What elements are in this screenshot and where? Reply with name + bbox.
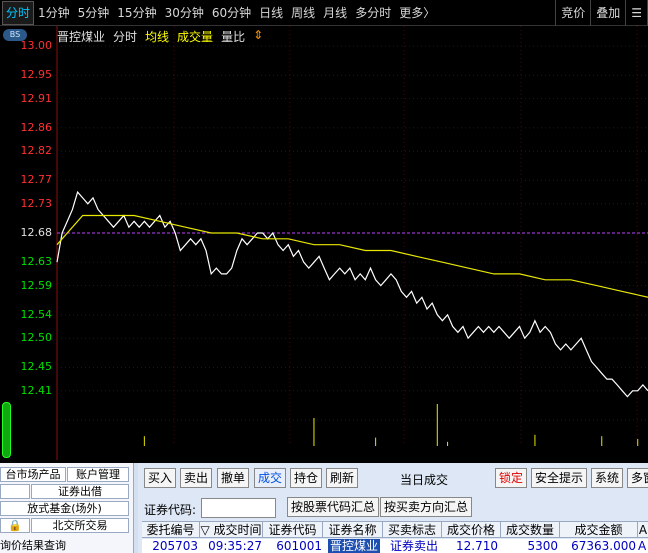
nav-securities-lending[interactable]: 证券出借 [31,484,129,499]
toggle-arrow-icon[interactable]: ⇕ [253,28,263,44]
top-right-buttons: 竞价 叠加 ☰ [555,0,648,26]
col-amount[interactable]: 成交金额 [560,522,638,538]
volume-label[interactable]: 成交量 [177,28,213,44]
col-qty[interactable]: 成交数量 [501,522,560,538]
cell-name: 晋控煤业 [328,539,380,553]
y-tick-label: 12.54 [20,307,53,321]
y-tick-label: 12.45 [20,360,53,374]
y-tick-label: 12.63 [20,255,53,269]
period-tab-fenshi[interactable]: 分时 [2,0,35,25]
price-line [56,190,648,398]
y-tick-label: 12.95 [20,68,53,82]
table-header: 委托编号 ▽ 成交时间 证券代码 证券名称 买卖标志 成交价格 成交数量 成交金… [142,521,648,538]
buy-button[interactable]: 买入 [144,468,176,488]
panel-title: 当日成交 [400,473,449,487]
group-by-code-button[interactable]: 按股票代码汇总 [287,497,380,517]
cell-side: 证券卖出 [389,539,438,553]
volume-ratio-label[interactable]: 量比 [221,28,245,44]
nav-account-management[interactable]: 账户管理 [67,467,129,482]
cell-extra: A [638,539,647,553]
col-extra[interactable]: A [638,522,648,538]
code-input[interactable] [201,498,276,518]
col-order-no[interactable]: 委托编号 [142,522,200,538]
y-tick-label: 12.73 [20,196,53,210]
period-tab-5min[interactable]: 5分钟 [74,0,114,26]
y-tick-label: 12.77 [20,173,53,187]
deals-tab[interactable]: 成交 [254,468,286,488]
sell-button[interactable]: 卖出 [180,468,212,488]
period-tab-more[interactable]: 更多〉 [395,0,439,26]
lock-icon[interactable]: 🔒 [0,518,30,533]
overlay-button[interactable]: 叠加 [591,0,627,26]
y-tick-label: 13.00 [20,39,53,52]
y-tick-label: 12.82 [20,144,53,158]
nav-blank-cell[interactable] [0,484,30,499]
avg-line [56,214,648,298]
y-tick-label: 12.68 [20,226,53,239]
period-tab-1min[interactable]: 1分钟 [34,0,74,26]
cell-order-no: 205703 [152,539,198,553]
y-tick-label: 12.50 [20,331,53,345]
group-by-side-button[interactable]: 按买卖方向汇总 [380,497,473,517]
y-tick-label: 12.41 [20,383,53,397]
period-tab-30min[interactable]: 30分钟 [161,0,208,26]
intraday-chart [0,26,648,460]
y-tick-label: 12.86 [20,120,53,134]
refresh-button[interactable]: 刷新 [326,468,358,488]
cancel-order-button[interactable]: 撤单 [217,468,249,488]
col-side[interactable]: 买卖标志 [383,522,442,538]
menu-icon[interactable]: ☰ [626,0,648,26]
deal-panel: 买入 卖出 撤单 成交 持仓 刷新 锁定 安全提示 系统 多窗 当日成交 证券代… [138,463,648,553]
cell-qty: 5300 [527,539,558,553]
period-tab-multi[interactable]: 多分时 [351,0,395,26]
trading-panel: 台市场产品 账户管理 证券出借 放式基金(场外) 🔒 北交所交易 询价结果查询 … [0,463,648,553]
period-tab-15min[interactable]: 15分钟 [113,0,160,26]
avg-line-label[interactable]: 均线 [145,28,169,44]
period-tab-weekly[interactable]: 周线 [287,0,319,26]
stock-name: 晋控煤业 [57,30,106,44]
period-tab-60min[interactable]: 60分钟 [208,0,255,26]
cell-deal-time: 09:35:27 [208,539,262,553]
period-toolbar: 分时 1分钟 5分钟 15分钟 30分钟 60分钟 日线 周线 月线 多分时 更… [0,0,648,26]
col-deal-time[interactable]: ▽ 成交时间 [200,522,263,538]
nav-open-fund[interactable]: 放式基金(场外) [0,501,129,516]
vertical-slider[interactable] [2,402,11,458]
y-tick-label: 12.59 [20,278,53,292]
nav-inquiry-result[interactable]: 询价结果查询 [0,537,66,552]
col-code[interactable]: 证券代码 [263,522,323,538]
period-tab-monthly[interactable]: 月线 [319,0,351,26]
code-label: 证券代码: [144,503,197,517]
nav-market-products[interactable]: 台市场产品 [0,467,66,482]
cell-price: 12.710 [456,539,498,553]
lock-button[interactable]: 锁定 [495,468,527,488]
left-nav: 台市场产品 账户管理 证券出借 放式基金(场外) 🔒 北交所交易 询价结果查询 [0,463,134,553]
chart-svg [56,26,648,460]
auction-button[interactable]: 竞价 [556,0,592,26]
y-tick-label: 12.91 [20,91,53,105]
table-row[interactable]: 205703 09:35:27 601001 晋控煤业 证券卖出 12.710 … [142,539,648,553]
cell-code: 601001 [276,539,322,553]
chart-header: 晋控煤业 分时 均线 成交量 量比 ⇕ [57,28,263,44]
chart-mode-label: 分时 [113,30,138,44]
positions-button[interactable]: 持仓 [290,468,322,488]
cell-amount: 67363.000 [571,539,636,553]
period-tab-daily[interactable]: 日线 [255,0,287,26]
nav-bse-trading[interactable]: 北交所交易 [31,518,129,533]
system-button[interactable]: 系统 [591,468,623,488]
col-name[interactable]: 证券名称 [323,522,383,538]
safety-tips-button[interactable]: 安全提示 [531,468,587,488]
col-price[interactable]: 成交价格 [442,522,501,538]
multi-window-button[interactable]: 多窗 [627,468,648,488]
